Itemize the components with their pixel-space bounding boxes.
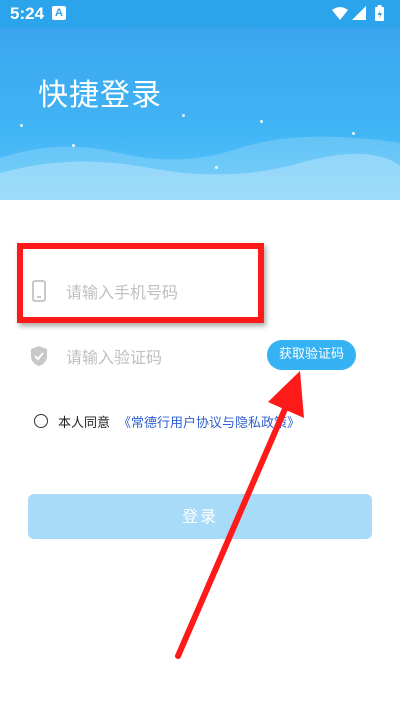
sparkle bbox=[352, 132, 355, 135]
login-button[interactable]: 登录 bbox=[28, 494, 372, 539]
status-icons bbox=[332, 5, 384, 21]
header-banner: 快捷登录 bbox=[0, 28, 400, 200]
sparkle bbox=[20, 124, 23, 127]
agreement-link[interactable]: 《常德行用户协议与隐私政策》 bbox=[118, 412, 300, 431]
signal-icon bbox=[352, 6, 366, 20]
header-waves bbox=[0, 136, 400, 200]
shield-icon bbox=[31, 346, 47, 366]
notification-icon: A bbox=[52, 6, 66, 20]
sparkle bbox=[215, 166, 218, 169]
sparkle bbox=[260, 120, 263, 123]
sparkle bbox=[72, 144, 75, 147]
status-bar: 5:24 A bbox=[0, 0, 400, 28]
status-time: 5:24 bbox=[10, 4, 45, 23]
wifi-icon bbox=[332, 7, 348, 20]
agreement-text: 本人同意 bbox=[58, 416, 111, 431]
annotation-box bbox=[17, 243, 264, 323]
get-code-button[interactable]: 获取验证码 bbox=[267, 340, 356, 370]
sparkle bbox=[182, 114, 185, 117]
agree-radio[interactable] bbox=[34, 414, 48, 428]
